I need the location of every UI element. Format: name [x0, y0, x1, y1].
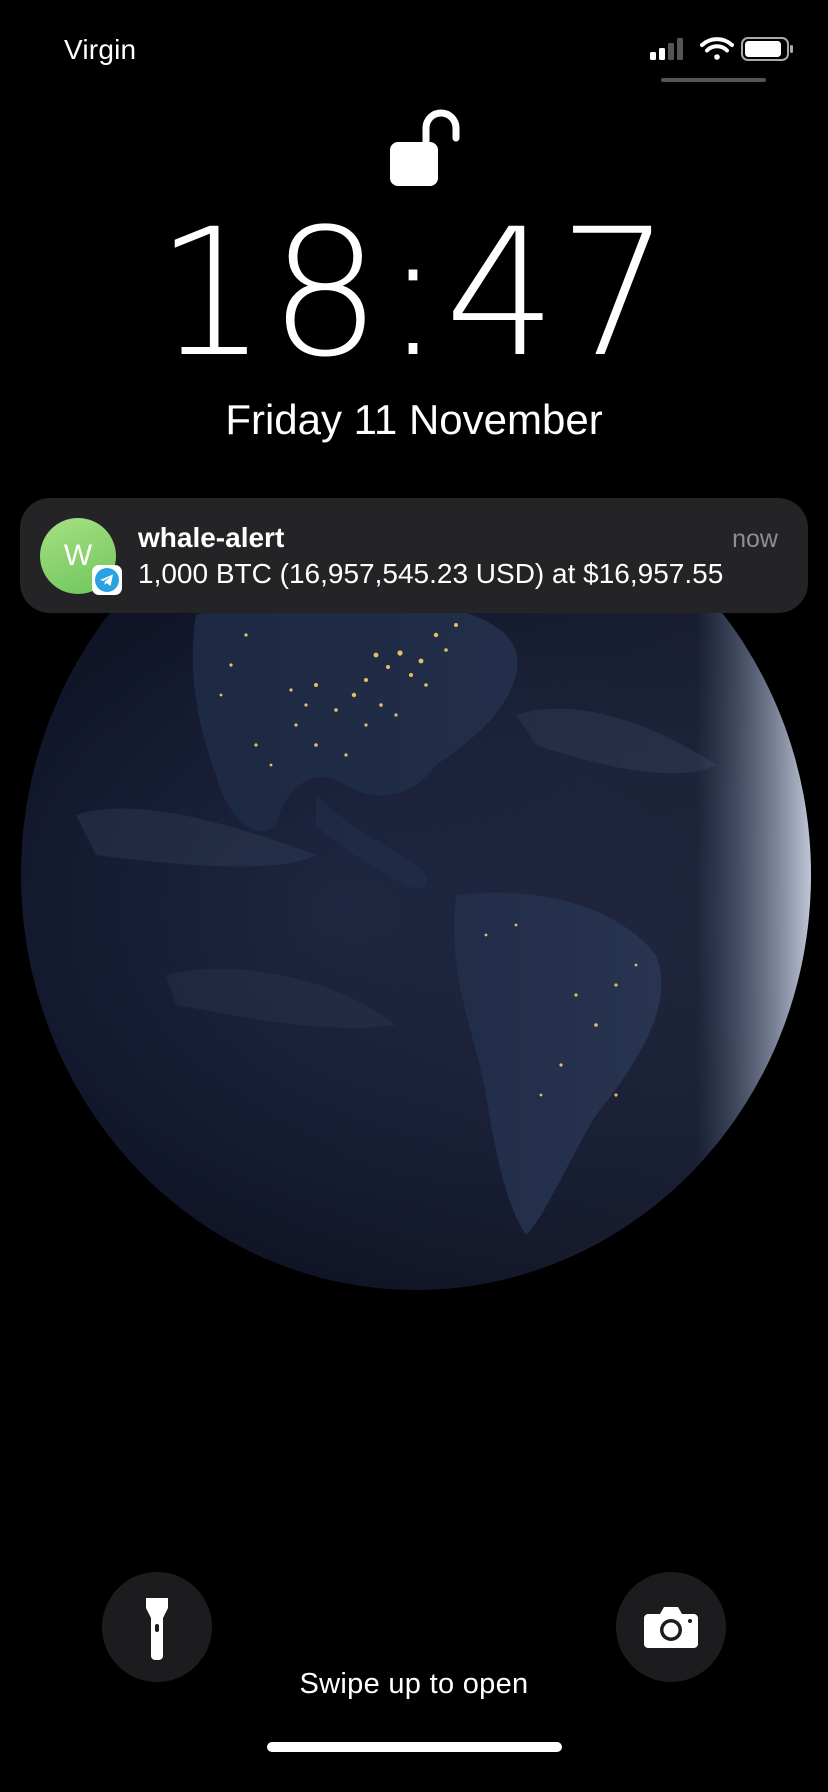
flashlight-button[interactable]	[102, 1572, 212, 1682]
notification-time: now	[732, 525, 778, 553]
status-bar-indicator	[661, 78, 766, 82]
camera-button[interactable]	[616, 1572, 726, 1682]
wifi-icon	[700, 37, 734, 60]
telegram-icon	[92, 565, 122, 595]
home-indicator[interactable]	[267, 1742, 562, 1752]
notification-title: whale-alert	[138, 522, 285, 553]
swipe-hint: Swipe up to open	[299, 1668, 529, 1700]
lock-screen-date: Friday 11 November	[225, 396, 603, 443]
earth-at-night-icon	[16, 595, 816, 1295]
carrier-name: Virgin	[64, 34, 137, 65]
camera-icon	[644, 1607, 698, 1648]
unlocked-padlock-icon	[386, 104, 466, 190]
notification-banner[interactable]: W whale-alert now 1,000 BTC (16,957,545.…	[20, 498, 808, 613]
cellular-signal-icon	[650, 38, 683, 60]
lock-screen-time: 18:47	[155, 191, 673, 396]
battery-icon	[741, 37, 793, 61]
notification-body: 1,000 BTC (16,957,545.23 USD) at $16,957…	[138, 558, 724, 589]
status-icons	[646, 36, 796, 66]
flashlight-icon	[146, 1598, 168, 1660]
